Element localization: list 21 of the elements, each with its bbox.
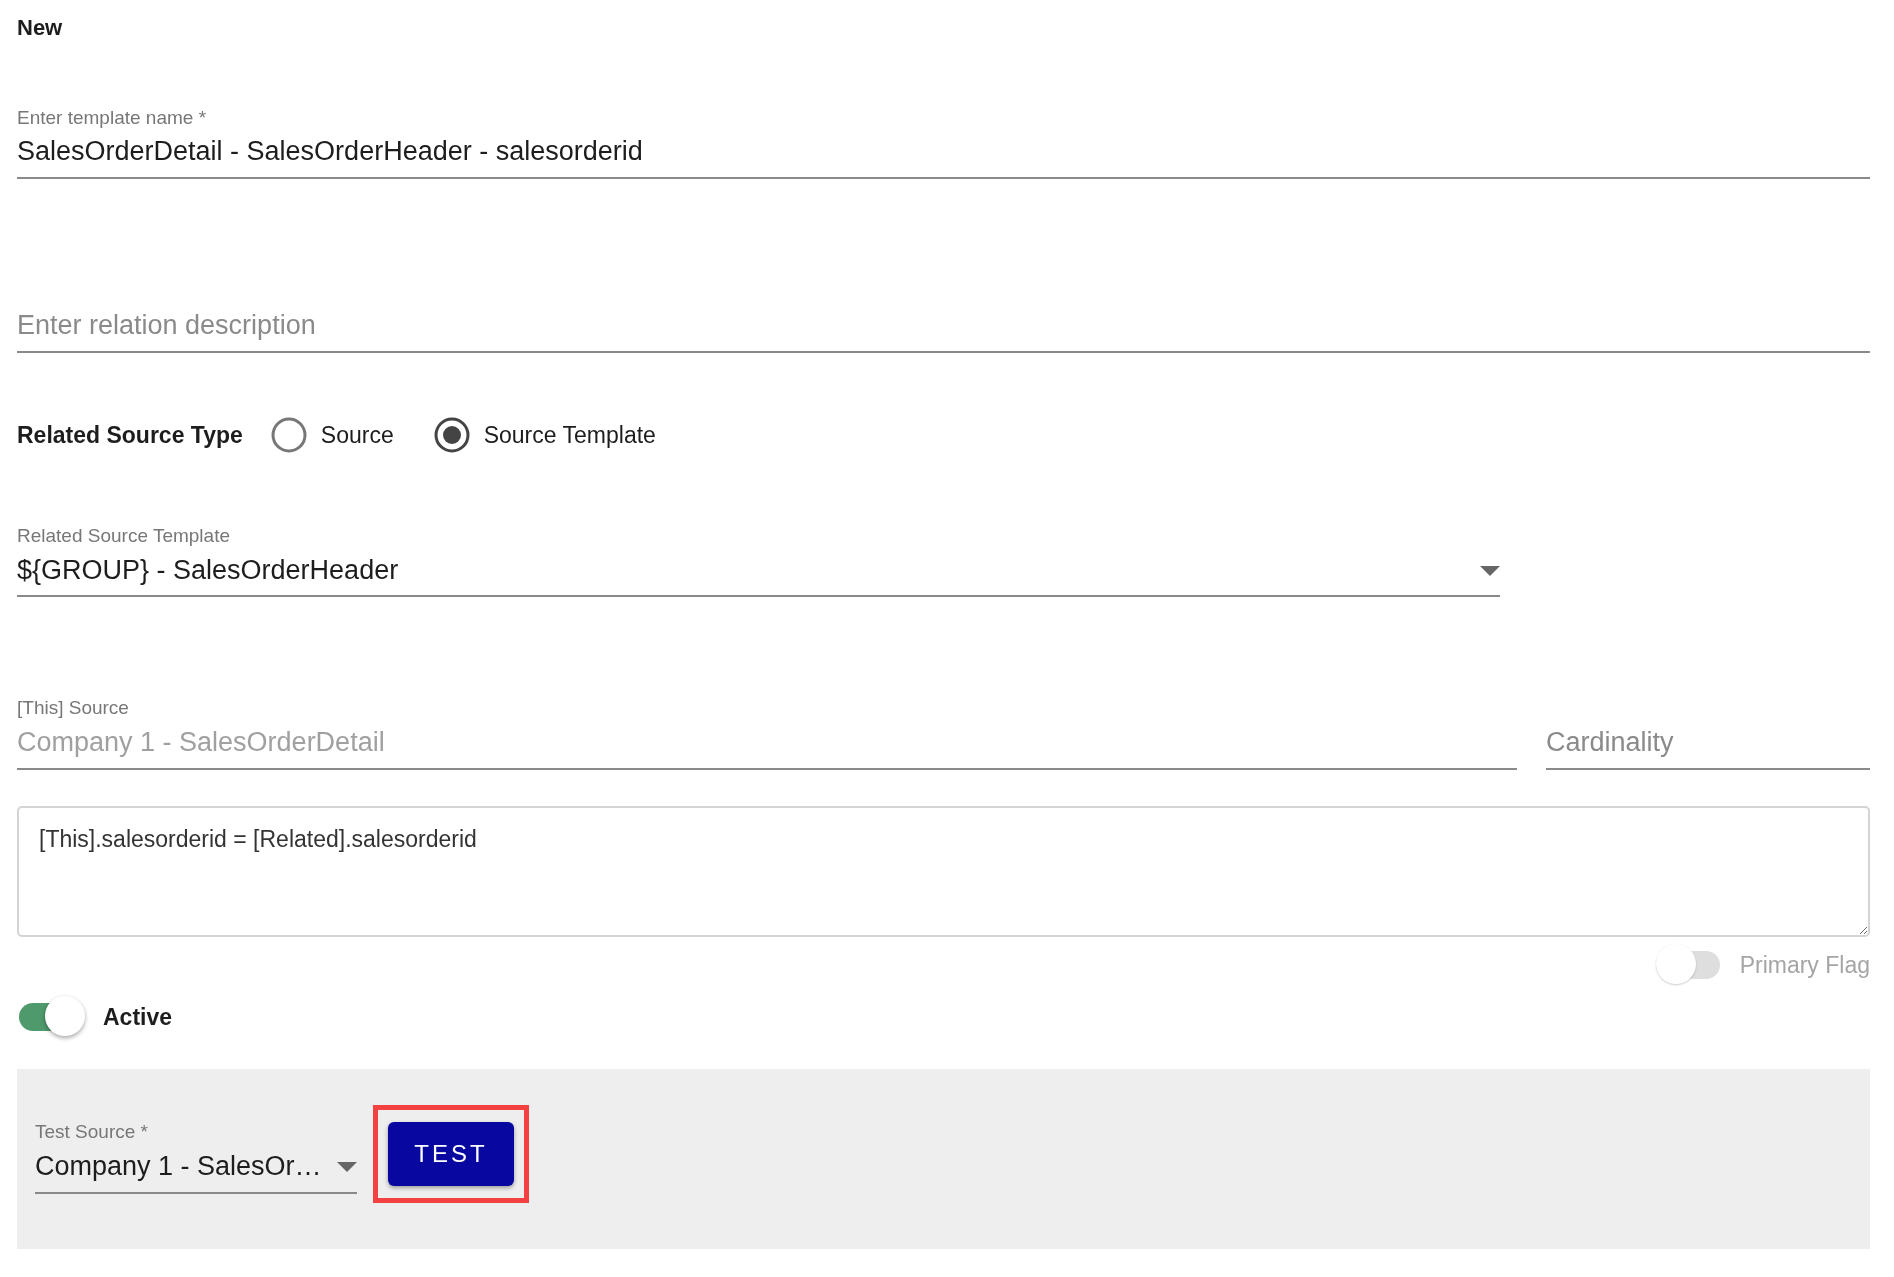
radio-label: Source xyxy=(320,420,394,450)
field-label: Related Source Template xyxy=(17,524,231,548)
radio-button[interactable] xyxy=(270,416,307,453)
field-label: [This] Source xyxy=(17,697,130,721)
text-field[interactable]: Cardinality xyxy=(1546,720,1870,770)
switch-label: Active xyxy=(103,1002,173,1032)
test-button[interactable]: TEST xyxy=(388,1122,514,1186)
text-area[interactable]: [This].salesorderid = [Related].salesorderid xyxy=(17,806,1870,937)
text-field[interactable]: SalesOrderDetail - SalesOrderHeader - salesorderid xyxy=(17,129,1870,180)
select-field[interactable]: ${GROUP} - SalesOrderHeader xyxy=(17,547,1500,598)
dropdown-caret-icon xyxy=(1480,565,1500,576)
text-field[interactable]: Enter relation description xyxy=(17,303,1870,353)
radio-label: Source Template xyxy=(483,420,656,450)
field-label: Enter template name * xyxy=(17,106,208,130)
select-field[interactable]: Company 1 - SalesOr… xyxy=(35,1143,357,1194)
field-label: Test Source * xyxy=(35,1121,149,1144)
radio-button[interactable] xyxy=(433,416,470,453)
switch-label: Primary Flag xyxy=(1739,950,1870,980)
field-label: Related Source Type xyxy=(17,420,243,450)
dropdown-caret-icon xyxy=(337,1161,357,1172)
form-title: New xyxy=(17,14,64,42)
